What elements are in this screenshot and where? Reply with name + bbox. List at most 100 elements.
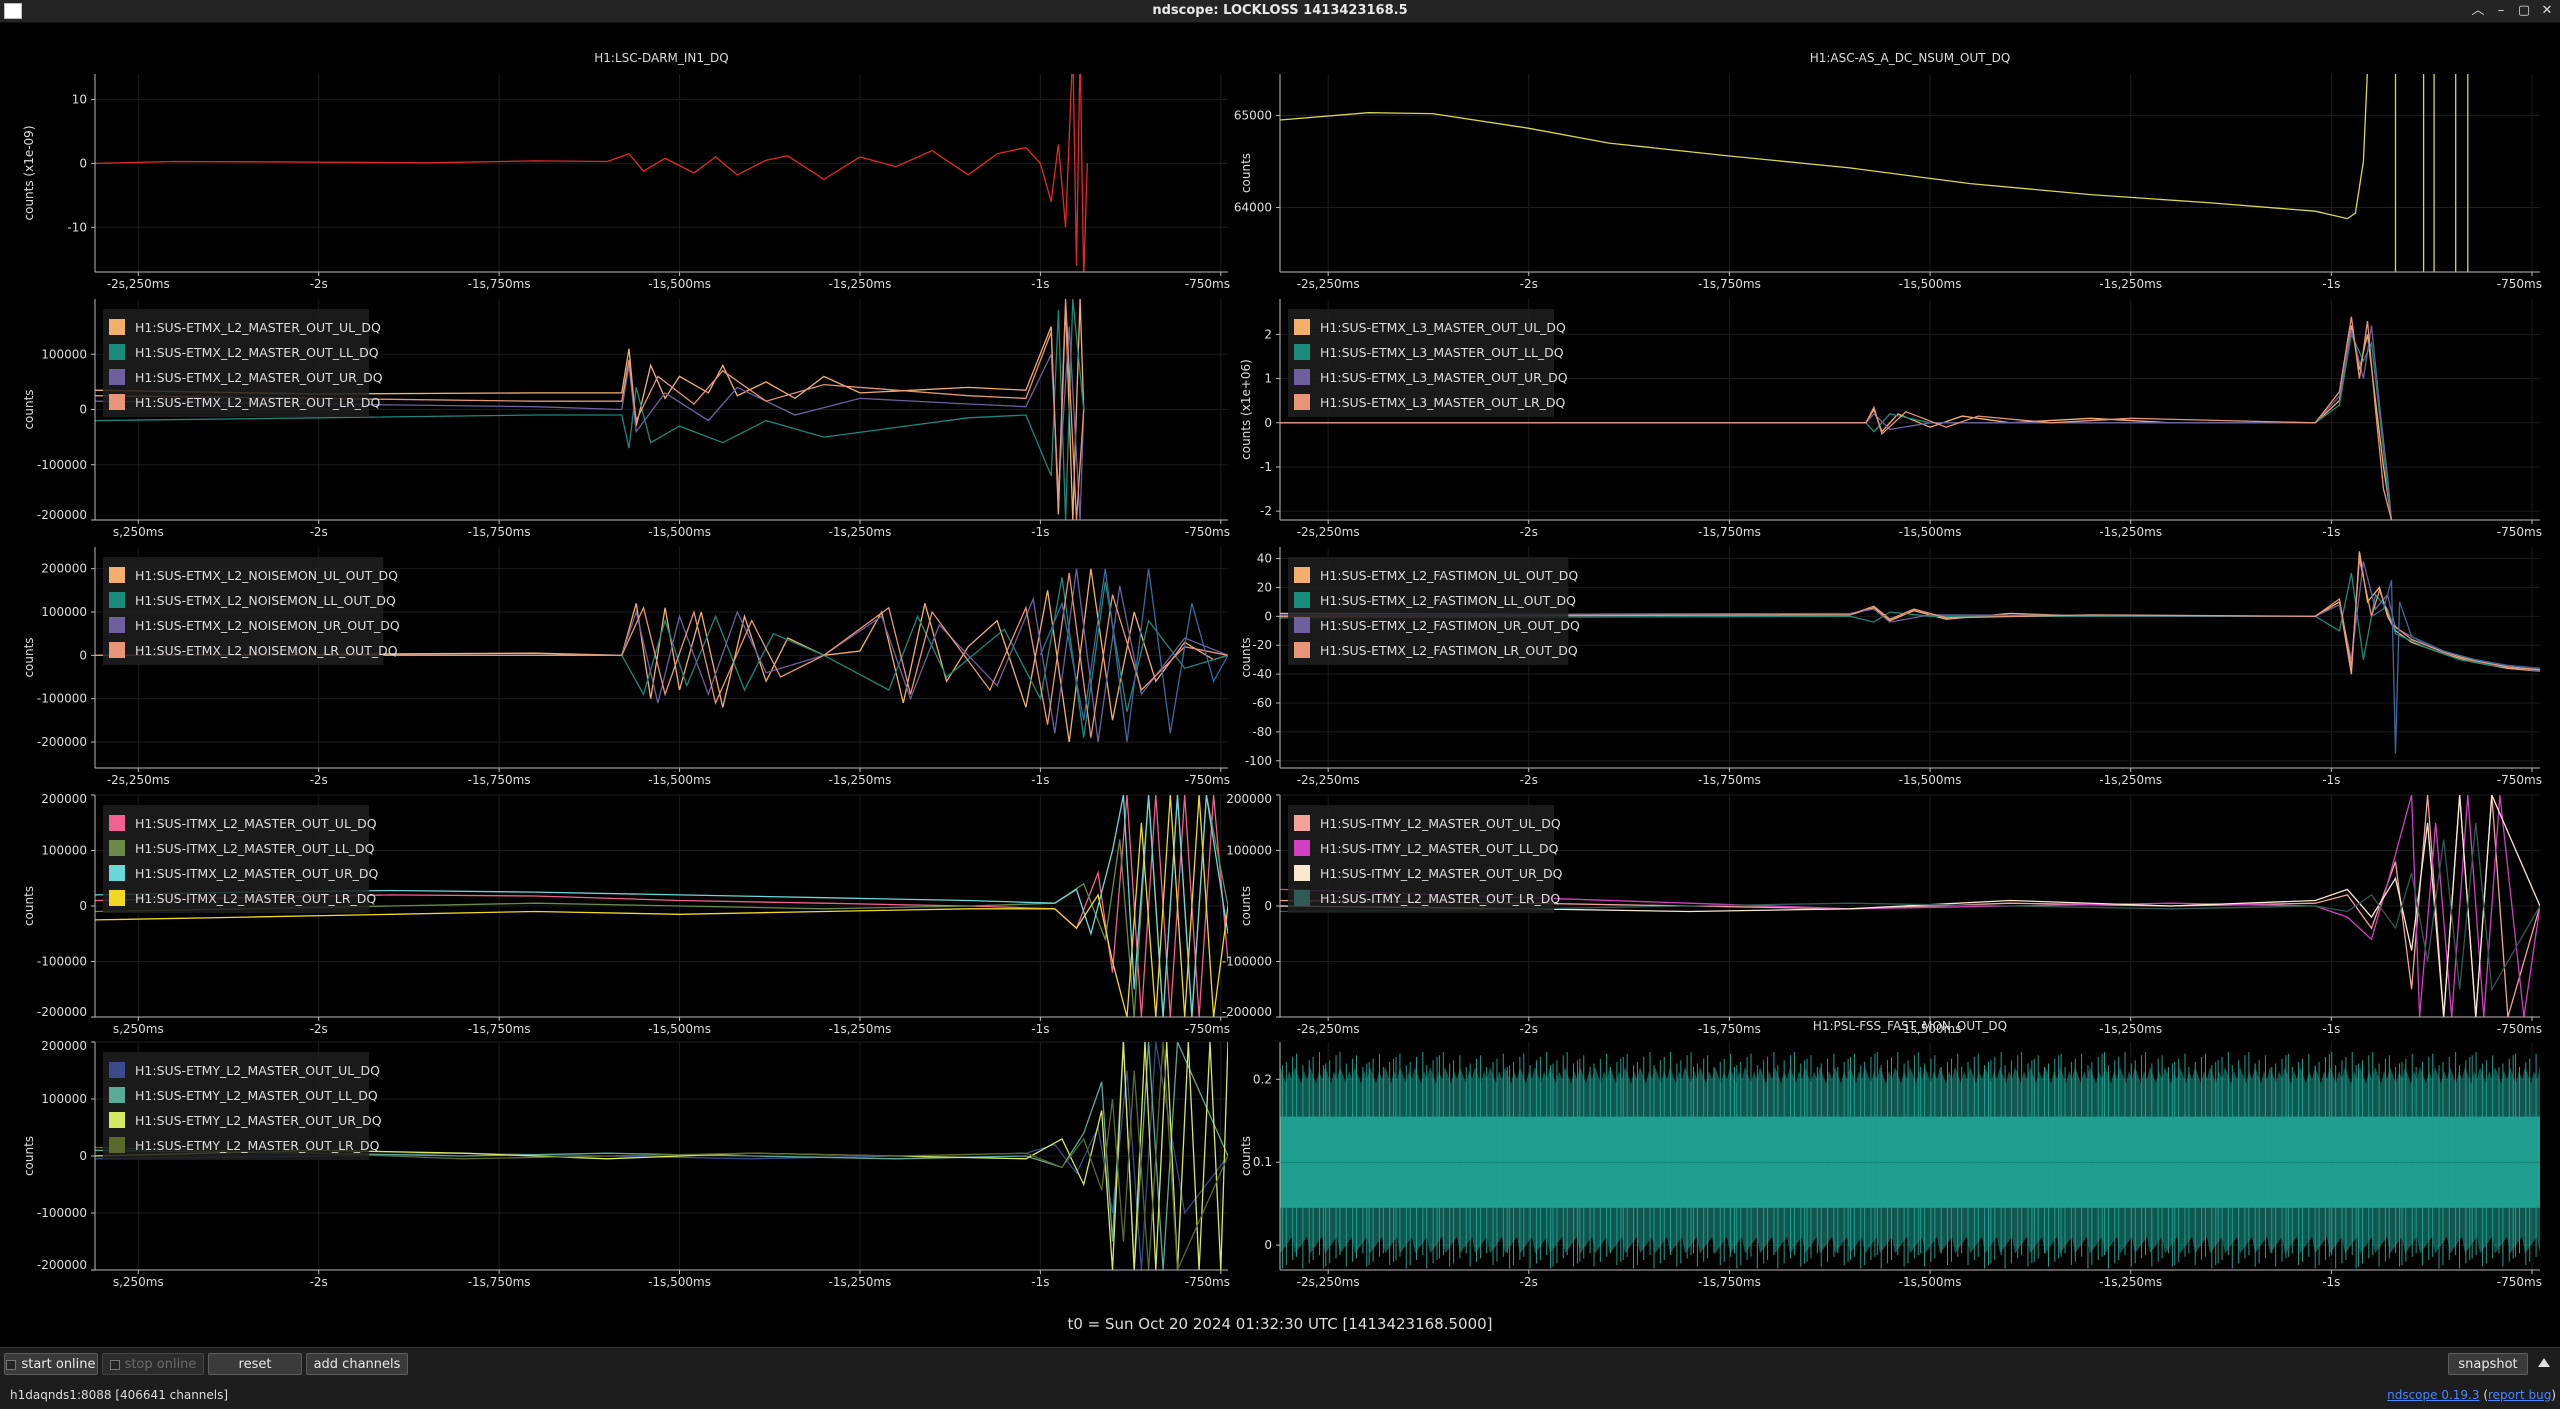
plot-data [1280,74,2469,272]
y-tick-label: -100 [1245,754,1272,768]
y-tick-label: 40 [1257,552,1272,566]
plot-title: H1:LSC-DARM_IN1_DQ [594,51,728,65]
y-tick-label: -1 [1260,460,1272,474]
y-tick-label: -80 [1252,725,1272,739]
x-tick-label: -1s [1031,277,1049,291]
x-tick-label: -750ms [2497,525,2542,539]
legend-entry: H1:SUS-ETMX_L2_NOISEMON_LL_OUT_DQ [135,593,396,608]
plot-6[interactable]: 40 20 0 -20 -40 -60 -80 -100 -2s,250ms -2s -1s,750… [1239,547,2542,787]
x-tick-label: -2s,250ms [107,773,170,787]
y-tick-label: 200000 [1226,792,1272,806]
plot-9[interactable]: 200000 100000 0 -100000 -200000 s,250ms -2s -1s… [22,1039,1230,1289]
version-link[interactable]: ndscope 0.19.3 [2387,1388,2479,1402]
legend-entry: H1:SUS-ITMY_L2_MASTER_OUT_UL_DQ [1320,816,1561,831]
legend-entry: H1:SUS-ETMX_L3_MASTER_OUT_UR_DQ [1320,370,1568,385]
plot-4[interactable]: 2 1 0 -1 -2 -2s,250ms -2s -1s,750ms -1s,500ms -1s… [1239,299,2542,539]
legend-entry: H1:SUS-ETMX_L2_MASTER_OUT_LR_DQ [135,395,381,410]
x-tick-label: -1s,250ms [2099,1022,2162,1036]
control-bar: start online stop online reset add chann… [0,1347,2560,1381]
shade-window-icon[interactable]: ︿ [2469,2,2487,20]
y-tick-label: -200000 [37,1258,87,1272]
x-tick-label: -1s [1031,1022,1049,1036]
y-tick-label: 0 [1264,899,1272,913]
x-tick-label: -1s,250ms [2099,525,2162,539]
x-tick-label: -750ms [2497,773,2542,787]
y-tick-label: 100000 [41,605,87,619]
y-tick-label: -100000 [37,458,87,472]
plot-8[interactable]: 200000 100000 0 -100000 -200000 -2s,250ms -2s -… [1222,792,2542,1036]
x-tick-label: -1s,750ms [468,1022,531,1036]
x-tick-label: -1s [2322,277,2340,291]
snapshot-button[interactable]: snapshot [2448,1353,2528,1375]
y-axis-label: counts [1239,886,1253,926]
y-tick-label: 10 [72,93,87,107]
report-bug-link[interactable]: report bug [2488,1388,2551,1402]
x-tick-label: -750ms [2497,1275,2542,1289]
reset-button[interactable]: reset [208,1353,302,1375]
y-tick-label: 0.1 [1253,1155,1272,1169]
legend-swatch [109,815,125,831]
x-tick-label: -750ms [1185,1022,1230,1036]
legend-entry: H1:SUS-ETMX_L2_FASTIMON_UL_OUT_DQ [1320,568,1578,583]
y-tick-label: 200000 [41,792,87,806]
x-tick-label: -750ms [1185,773,1230,787]
y-tick-label: 200000 [41,1039,87,1053]
plot-5[interactable]: 200000 100000 0 -100000 -200000 -2s,250ms -2s -… [22,547,1230,787]
start-online-indicator-icon [6,1359,17,1370]
legend-swatch [109,1137,125,1153]
plot-10[interactable]: 0.2 0.1 0 -2s,250ms -2s -1s,750ms -1s,500ms -1s… [1239,1019,2542,1289]
x-tick-label: -1s,500ms [1899,525,1962,539]
y-tick-label: -200000 [37,508,87,522]
x-tick-label: -1s,750ms [1698,1022,1761,1036]
expand-panel-icon[interactable] [2538,1358,2550,1367]
x-tick-label: -1s,500ms [648,1275,711,1289]
x-tick-label: -750ms [1185,1275,1230,1289]
y-tick-label: -200000 [37,735,87,749]
x-tick-label: -1s,500ms [648,525,711,539]
x-tick-label: -2s [1520,525,1538,539]
close-window-icon[interactable]: ✕ [2538,2,2556,20]
y-tick-label: 200000 [41,562,87,576]
plot-legend: H1:SUS-ETMX_L2_MASTER_OUT_UL_DQ H1:SUS-ET… [103,309,383,417]
legend-swatch [109,890,125,906]
plot-legend: H1:SUS-ETMY_L2_MASTER_OUT_UL_DQ H1:SUS-ET… [103,1052,382,1160]
y-tick-label: 64000 [1234,201,1272,215]
x-tick-label: -1s,250ms [829,525,892,539]
y-tick-label: 100000 [1226,844,1272,858]
plot-1[interactable]: 10 0 -10 -2s,250ms -2s -1s,750ms -1s,500ms -1s,… [22,49,1230,292]
x-tick-label: -1s,250ms [2099,773,2162,787]
x-tick-label: -1s,250ms [2099,1275,2162,1289]
x-tick-label: -1s,750ms [468,277,531,291]
x-tick-label: -1s,750ms [468,773,531,787]
start-online-button[interactable]: start online [4,1353,98,1375]
x-tick-label: -1s,750ms [1698,277,1761,291]
y-tick-label: 0 [1264,1238,1272,1252]
minimize-window-icon[interactable]: – [2492,2,2510,20]
y-tick-label: 100000 [41,844,87,858]
plot-grid[interactable]: 10 0 -1 0 -2s,250ms -2s -1s,750ms -1s,500ms -1s,… [0,22,2560,1347]
y-tick-label: 2 [1264,327,1272,341]
start-online-label: start online [21,1357,96,1372]
t0-label: t0 = Sun Oct 20 2024 01:32:30 UTC [14134… [1067,1315,1493,1333]
plot-title: H1:PSL-FSS_FAST_MON_OUT_DQ [1813,1019,2007,1033]
x-tick-label: -2s [310,773,328,787]
stop-online-label: stop online [124,1357,197,1372]
y-tick-label: -100000 [37,1206,87,1220]
y-axis-label: counts [1239,153,1253,193]
x-tick-label: -1s,500ms [648,1022,711,1036]
y-tick-label: 100000 [41,1092,87,1106]
y-tick-label: -200000 [1222,1005,1272,1019]
legend-swatch [109,642,125,658]
legend-entry: H1:SUS-ETMY_L2_MASTER_OUT_UL_DQ [135,1063,380,1078]
y-axis-label: counts [22,886,36,926]
x-tick-label: -750ms [1185,277,1230,291]
legend-entry: H1:SUS-ETMX_L2_FASTIMON_LL_OUT_DQ [1320,593,1576,608]
plot-2[interactable]: 65000 64000 -2s,250ms -2s -1s,750ms -1s,500ms… [1234,51,2542,291]
plot-3[interactable]: 100000 0 -100000 -200000 s,250ms -2s -1s,750ms… [22,299,1230,539]
y-tick-label: 0 [79,403,87,417]
maximize-window-icon[interactable]: ▢ [2515,2,2533,20]
x-tick-label: -2s [1520,1022,1538,1036]
legend-entry: H1:SUS-ETMY_L2_MASTER_OUT_UR_DQ [135,1113,382,1128]
plot-7[interactable]: 200000 100000 0 -100000 -200000 s,250ms -2s -1s… [22,792,1230,1036]
add-channels-button[interactable]: add channels [306,1353,408,1375]
